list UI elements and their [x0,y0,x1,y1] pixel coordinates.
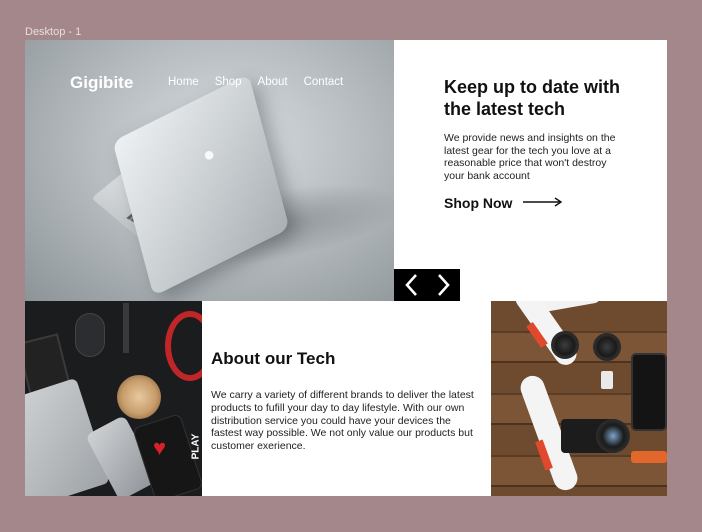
chevron-right-icon [437,274,450,296]
headphones-shape [165,311,202,381]
desktop-frame: ● Gigibite Home Shop About Contact Keep … [25,40,667,496]
nav-link-about[interactable]: About [258,76,288,88]
frame-label: Desktop - 1 [25,26,82,38]
heart-icon: ♥ [153,435,167,460]
shop-now-label: Shop Now [444,195,513,211]
hero-image: ● Gigibite Home Shop About Contact [25,40,394,301]
phone-shape [631,353,667,431]
carousel-prev-button[interactable] [394,269,427,301]
about-title: About our Tech [211,349,336,368]
carousel-next-button[interactable] [427,269,460,301]
drone-flatlay-image [491,301,667,496]
figure-shape [601,371,613,389]
nav-link-contact[interactable]: Contact [304,76,344,88]
hero-description: We provide news and insights on the late… [444,132,616,182]
shop-now-link[interactable]: Shop Now [444,194,563,212]
about-section: About our Tech We carry a variety of dif… [211,349,481,453]
mouse-shape [75,313,105,357]
brand-logo[interactable]: Gigibite [70,73,133,93]
about-description: We carry a variety of different brands t… [211,389,474,453]
cable-shape [123,303,129,353]
accessory-shape [631,451,667,463]
lens-shape [551,331,579,359]
arrow-right-icon [523,194,563,212]
chevron-left-icon [404,274,417,296]
nav-link-shop[interactable]: Shop [215,76,242,88]
apple-logo-icon: ● [203,144,216,166]
carousel-controls [394,269,460,301]
hero-title: Keep up to date with the latest tech [444,77,621,119]
lens-shape [593,333,621,361]
main-nav: Home Shop About Contact [168,76,359,88]
laptop-lid [112,73,290,297]
hero-text-block: Keep up to date with the latest tech We … [444,76,644,182]
nav-link-home[interactable]: Home [168,76,199,88]
play-print-text: PLAY [190,433,202,460]
coffee-cup-shape [117,375,161,419]
desk-flatlay-image: ♥ PLAY [25,301,202,496]
camera-lens-shape [596,419,630,453]
